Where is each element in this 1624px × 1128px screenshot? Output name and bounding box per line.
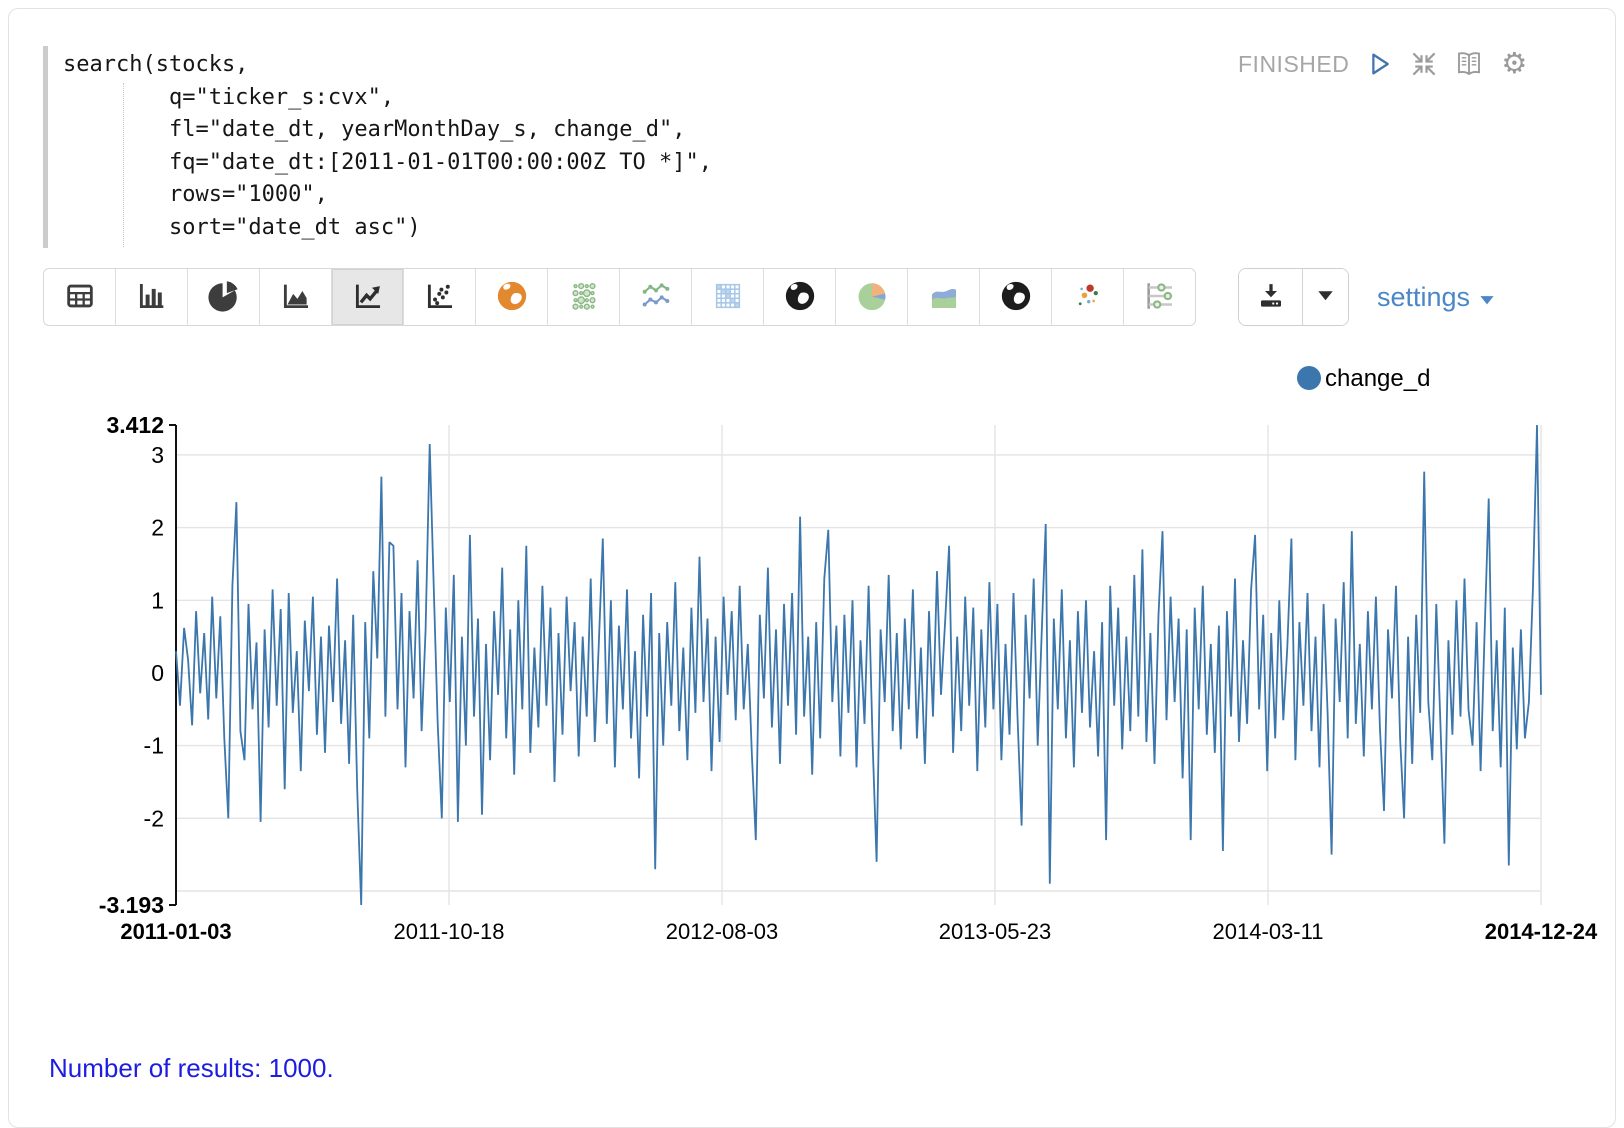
svg-text:1: 1 [151, 587, 164, 613]
caret-down-icon [1317, 290, 1334, 305]
globe-dark-icon [783, 279, 817, 316]
bubble-grid-icon [567, 279, 601, 316]
settings-link[interactable]: settings [1377, 268, 1495, 326]
pie-chart-icon [207, 279, 241, 316]
chart-type-pie-button[interactable] [188, 269, 260, 325]
settings-caret-icon [1479, 282, 1495, 313]
chart-type-multi-line-button[interactable] [620, 269, 692, 325]
chart-type-bar-button[interactable] [116, 269, 188, 325]
chart-type-toolbar [43, 268, 1196, 326]
line-chart-svg: 3 2 1 0 -1 -2 3.412 -3.1932011-01-03 2011-10-18 2… [9, 343, 1616, 973]
editor-gutter-bar [43, 46, 48, 248]
globe-orange-icon [495, 279, 529, 316]
code-editor[interactable]: search(stocks, q="ticker_s:cvx", fl="dat… [63, 49, 712, 245]
multi-line-chart-icon [639, 279, 673, 316]
download-button[interactable] [1239, 269, 1303, 325]
chart-type-table-button[interactable] [44, 269, 116, 325]
scatter-color-icon [1071, 279, 1105, 316]
book-report-icon[interactable] [1454, 49, 1484, 79]
svg-text:2014-03-11: 2014-03-11 [1213, 919, 1324, 944]
table-icon [63, 279, 97, 316]
chart-type-globe-dark-button[interactable] [764, 269, 836, 325]
chart-type-scatter-button[interactable] [404, 269, 476, 325]
run-play-icon[interactable] [1364, 49, 1394, 79]
scatter-chart-icon [423, 279, 457, 316]
globe-dark-icon-2 [999, 279, 1033, 316]
area-chart-icon [279, 279, 313, 316]
pie-chart-color-icon [855, 279, 889, 316]
range-levels-icon [1143, 279, 1177, 316]
result-count-text: Number of results: 1000. [49, 1053, 334, 1084]
settings-label: settings [1377, 282, 1470, 313]
collapse-icon[interactable] [1409, 49, 1439, 79]
chart-type-range-levels-button[interactable] [1124, 269, 1195, 325]
chart-type-bubble-grid-button[interactable] [548, 269, 620, 325]
heatmap-icon [711, 279, 745, 316]
svg-text:2: 2 [151, 515, 164, 541]
chart-type-area-color-button[interactable] [908, 269, 980, 325]
svg-text:2012-08-03: 2012-08-03 [666, 919, 779, 944]
svg-text:0: 0 [151, 660, 164, 686]
chart-type-globe-dark-2-button[interactable] [980, 269, 1052, 325]
download-split-button [1238, 268, 1349, 326]
svg-text:2014-12-24: 2014-12-24 [1485, 919, 1598, 944]
svg-text:-2: -2 [144, 805, 164, 831]
chart-type-line-button[interactable] [332, 269, 404, 325]
svg-text:-3.193: -3.193 [99, 892, 164, 918]
svg-text:2013-05-23: 2013-05-23 [939, 919, 1052, 944]
chart-type-scatter-color-button[interactable] [1052, 269, 1124, 325]
status-badge: FINISHED [1238, 51, 1349, 78]
line-chart-icon [351, 279, 385, 316]
svg-text:3: 3 [151, 442, 164, 468]
chart-type-heatmap-button[interactable] [692, 269, 764, 325]
bar-chart-icon [135, 279, 169, 316]
download-icon [1256, 281, 1286, 314]
legend-label: change_d [1325, 365, 1430, 392]
chart-type-area-button[interactable] [260, 269, 332, 325]
svg-text:3.412: 3.412 [106, 412, 164, 438]
svg-text:2011-10-18: 2011-10-18 [394, 919, 505, 944]
svg-text:2011-01-03: 2011-01-03 [120, 919, 231, 944]
legend-dot [1297, 366, 1321, 390]
download-options-caret[interactable] [1303, 269, 1348, 325]
area-chart-color-icon [927, 279, 961, 316]
svg-text:-1: -1 [144, 733, 164, 759]
line-chart-area[interactable]: 3 2 1 0 -1 -2 3.412 -3.1932011-01-03 2011-10-18 2… [9, 343, 1616, 973]
chart-type-pie-color-button[interactable] [836, 269, 908, 325]
paragraph-controls: FINISHED ⚙ [1238, 45, 1529, 83]
paragraph-card: search(stocks, q="ticker_s:cvx", fl="dat… [8, 8, 1616, 1128]
gear-icon[interactable]: ⚙ [1499, 49, 1529, 79]
chart-type-globe-orange-button[interactable] [476, 269, 548, 325]
